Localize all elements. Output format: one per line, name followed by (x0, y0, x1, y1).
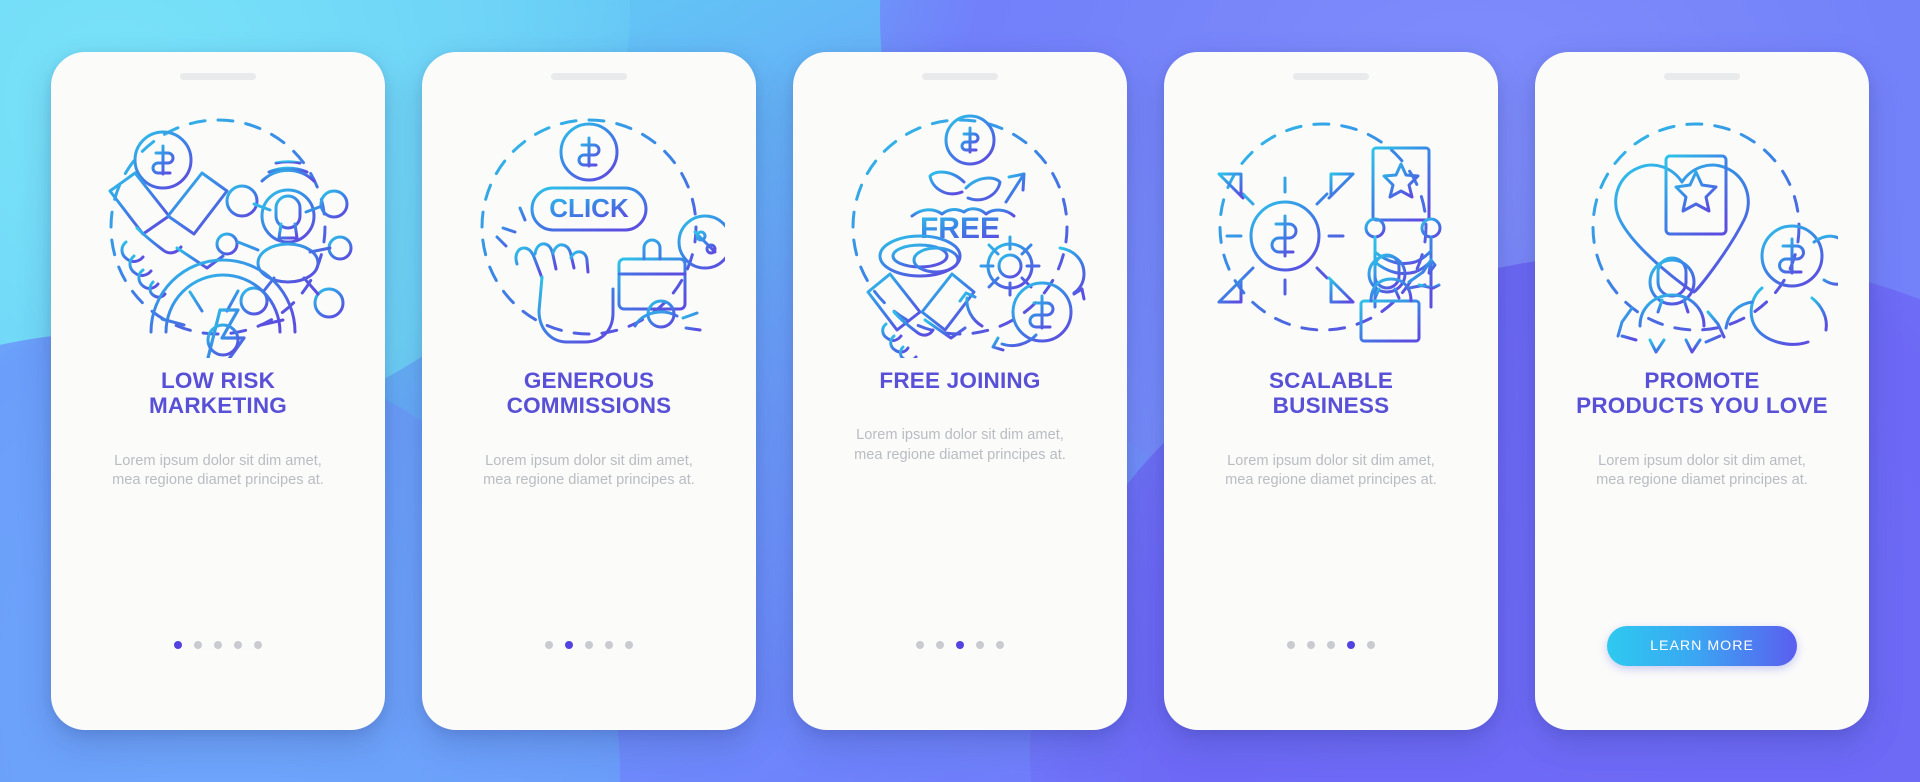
card-title-4: SCALABLE BUSINESS (1193, 368, 1469, 419)
phone-speaker-bar (1664, 73, 1740, 80)
phone-speaker-bar (922, 73, 998, 80)
pagination-dot-1[interactable] (174, 641, 182, 649)
card-body-1: Lorem ipsum dolor sit dim amet, mea regi… (112, 452, 324, 489)
phone-screen-2[interactable]: CLICK GENEROUS COMMISSIONS Lorem ipsum d… (422, 52, 756, 730)
phone-speaker-bar (551, 73, 627, 80)
click-cursor-dollar-percent-icon: CLICK (480, 118, 725, 344)
pagination-dot-2[interactable] (936, 641, 944, 649)
phone-speaker-bar (180, 73, 256, 80)
pagination-dot-3[interactable] (214, 641, 222, 649)
pagination-dot-4[interactable] (976, 641, 984, 649)
pagination-dot-2[interactable] (1307, 641, 1315, 649)
pagination-dot-2[interactable] (565, 641, 573, 649)
pagination-dots-2[interactable] (422, 641, 756, 649)
pagination-dot-4[interactable] (605, 641, 613, 649)
card-body-5: Lorem ipsum dolor sit dim amet, mea regi… (1596, 452, 1808, 489)
card-title-line-2: BUSINESS (1272, 393, 1390, 419)
card-title-line-2: PRODUCTS YOU LOVE (1576, 393, 1828, 419)
card-body-4: Lorem ipsum dolor sit dim amet, mea regi… (1225, 452, 1437, 489)
card-title-line-1: SCALABLE (1268, 368, 1394, 393)
card-title-1: LOW RISK MARKETING (80, 368, 356, 419)
pagination-dot-5[interactable] (625, 641, 633, 649)
card-title-line-1: FREE JOINING (879, 368, 1041, 393)
pagination-dot-3[interactable] (585, 641, 593, 649)
card-title-line-1: GENEROUS (523, 368, 655, 393)
free-plant-handshake-gear-dollar-icon: FREE (851, 114, 1086, 358)
pagination-dot-4[interactable] (1347, 641, 1355, 649)
pagination-dot-3[interactable] (956, 641, 964, 649)
pagination-dot-5[interactable] (996, 641, 1004, 649)
phone-speaker-bar (1293, 73, 1369, 80)
card-title-5: PROMOTE PRODUCTS YOU LOVE (1564, 368, 1840, 419)
pagination-dots-3[interactable] (793, 641, 1127, 649)
card-title-line-1: LOW RISK (160, 368, 276, 393)
phone-screen-5[interactable]: PROMOTE PRODUCTS YOU LOVE Lorem ipsum do… (1535, 52, 1869, 730)
learn-more-button[interactable]: LEARN MORE (1607, 626, 1797, 666)
phone-screen-3[interactable]: FREE FREE JOINING Lorem ipsum dolor sit … (793, 52, 1127, 730)
handshake-dollar-network-speedometer-icon (108, 118, 353, 358)
pagination-dot-5[interactable] (1367, 641, 1375, 649)
card-title-line-2: MARKETING (148, 393, 288, 419)
card-body-3: Lorem ipsum dolor sit dim amet, mea regi… (854, 427, 1066, 463)
pagination-dot-2[interactable] (194, 641, 202, 649)
pagination-dot-4[interactable] (234, 641, 242, 649)
onboarding-screens-mockup: LOW RISK MARKETING Lorem ipsum dolor sit… (0, 0, 1920, 782)
phone-screen-4[interactable]: SCALABLE BUSINESS Lorem ipsum dolor sit … (1164, 52, 1498, 730)
click-label: CLICK (549, 193, 629, 223)
phone-screen-1[interactable]: LOW RISK MARKETING Lorem ipsum dolor sit… (51, 52, 385, 730)
pagination-dot-3[interactable] (1327, 641, 1335, 649)
pagination-dot-1[interactable] (545, 641, 553, 649)
card-title-2: GENEROUS COMMISSIONS (451, 368, 727, 419)
pagination-dots-1[interactable] (51, 641, 385, 649)
gear-dollar-expand-arrows-podium-winner-icon (1217, 122, 1442, 343)
card-title-3: FREE JOINING (822, 368, 1098, 393)
phone-card-row: LOW RISK MARKETING Lorem ipsum dolor sit… (0, 0, 1920, 782)
card-title-line-2: COMMISSIONS (506, 393, 672, 419)
pagination-dots-4[interactable] (1164, 641, 1498, 649)
pagination-dot-5[interactable] (254, 641, 262, 649)
pagination-dot-1[interactable] (916, 641, 924, 649)
free-label: FREE (920, 212, 1000, 245)
card-title-line-1: PROMOTE (1644, 368, 1760, 393)
heart-product-review-hand-dollar-icon (1591, 122, 1838, 354)
card-body-2: Lorem ipsum dolor sit dim amet, mea regi… (483, 452, 695, 489)
pagination-dot-1[interactable] (1287, 641, 1295, 649)
